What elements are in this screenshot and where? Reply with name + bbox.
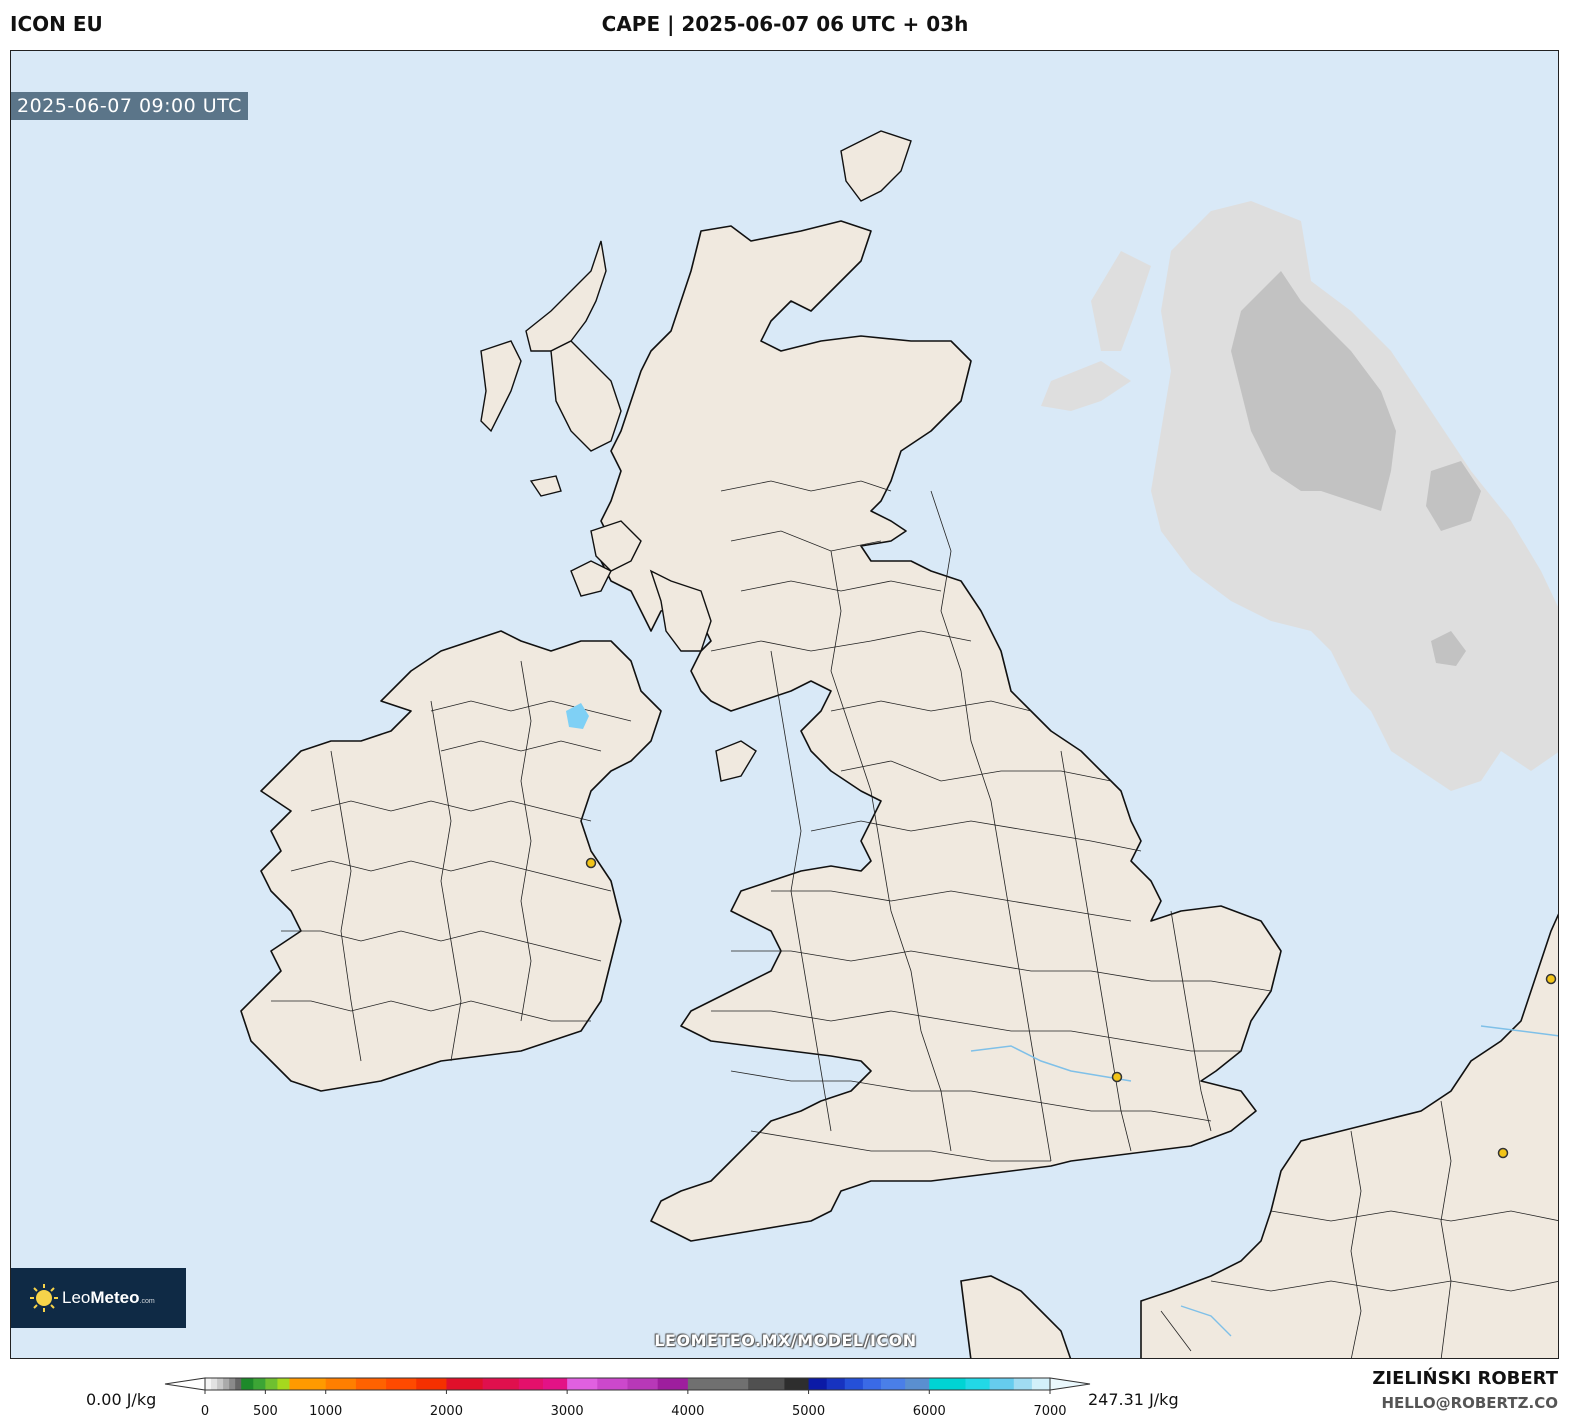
colorbar-segment: [289, 1378, 327, 1390]
sun-icon: [30, 1284, 58, 1312]
colorbar-segment: [253, 1378, 266, 1390]
logo-text: LeoMeteo.com: [62, 1288, 155, 1307]
colorbar-segment: [211, 1378, 218, 1390]
chart-title: CAPE | 2025-06-07 06 UTC + 03h: [601, 12, 969, 36]
colorbar-tick-label: 5000: [792, 1404, 825, 1419]
colorbar-segment: [1013, 1378, 1033, 1390]
colorbar-segment: [929, 1378, 966, 1390]
colorbar-segment: [905, 1378, 930, 1390]
colorbar-segment: [386, 1378, 417, 1390]
land-ireland: [240, 630, 662, 1092]
colorbar: 0 500 1000 2000 3000 4000 5000 6000 7000: [164, 1377, 1091, 1419]
city-marker-london: [1111, 1071, 1123, 1083]
map-canvas: [240, 130, 1558, 1358]
colorbar-segment: [808, 1378, 828, 1390]
colorbar-segment: [687, 1378, 749, 1390]
colorbar-segment: [881, 1378, 906, 1390]
colorbar-segment: [229, 1378, 236, 1390]
colorbar-segment: [205, 1378, 212, 1390]
valid-time-badge: 2025-06-07 09:00 UTC: [11, 92, 248, 120]
colorbar-segment: [446, 1378, 484, 1390]
colorbar-segment: [235, 1378, 242, 1390]
colorbar-tick-label: 4000: [671, 1404, 704, 1419]
model-url-watermark: LEOMETEO.MX/MODEL/ICON: [654, 1331, 917, 1350]
colorbar-segment: [1031, 1378, 1051, 1390]
colorbar-tick-label: 6000: [913, 1404, 946, 1419]
colorbar-segment: [482, 1378, 520, 1390]
colorbar-segment: [597, 1378, 628, 1390]
colorbar-segment: [826, 1378, 846, 1390]
map-panel[interactable]: 2025-06-07 09:00 UTC LeoMeteo.com LEOMET…: [10, 50, 1559, 1359]
colorbar-segment: [416, 1378, 447, 1390]
colorbar-tick-label: 2000: [430, 1404, 463, 1419]
city-marker-brussels: [1497, 1147, 1509, 1159]
colorbar-min-label: 0.00 J/kg: [86, 1390, 157, 1409]
colorbar-segment: [989, 1378, 1015, 1390]
author-name: ZIELIŃSKI ROBERT: [1372, 1368, 1558, 1389]
colorbar-tick-label: 500: [253, 1404, 278, 1419]
colorbar-segment: [543, 1378, 568, 1390]
colorbar-segments: [205, 1378, 1051, 1390]
colorbar-segment: [862, 1378, 882, 1390]
colorbar-segment: [277, 1378, 290, 1390]
colorbar-segment: [965, 1378, 991, 1390]
colorbar-segment: [217, 1378, 224, 1390]
colorbar-segment: [325, 1378, 357, 1390]
colorbar-segment: [567, 1378, 598, 1390]
colorbar-tick-label: 1000: [309, 1404, 342, 1419]
cloud-field-light-west: [1091, 251, 1151, 351]
colorbar-segment: [748, 1378, 785, 1390]
colorbar-max-label: 247.31 J/kg: [1088, 1390, 1179, 1409]
colorbar-segment: [844, 1378, 864, 1390]
colorbar-tick-label: 3000: [551, 1404, 584, 1419]
colorbar-segment: [265, 1378, 278, 1390]
colorbar-tick-label: 7000: [1033, 1404, 1066, 1419]
colorbar-segment: [355, 1378, 387, 1390]
colorbar-right-arrow: [1049, 1377, 1091, 1391]
colorbar-segment: [627, 1378, 659, 1390]
colorbar-segment: [241, 1378, 254, 1390]
colorbar-left-arrow: [164, 1377, 206, 1391]
leometeo-logo[interactable]: LeoMeteo.com: [11, 1268, 186, 1328]
cloud-field-light-strand: [1041, 361, 1131, 411]
colorbar-segment: [223, 1378, 230, 1390]
colorbar-ticks: 0 500 1000 2000 3000 4000 5000 6000 7000: [201, 1390, 1067, 1419]
colorbar-segment: [784, 1378, 810, 1390]
city-marker-dublin: [585, 857, 597, 869]
colorbar-segment: [518, 1378, 544, 1390]
city-marker-amsterdam: [1545, 973, 1557, 985]
colorbar-tick-label: 0: [201, 1404, 209, 1419]
colorbar-segment: [657, 1378, 689, 1390]
author-email[interactable]: HELLO@ROBERTZ.CO: [1381, 1394, 1558, 1412]
